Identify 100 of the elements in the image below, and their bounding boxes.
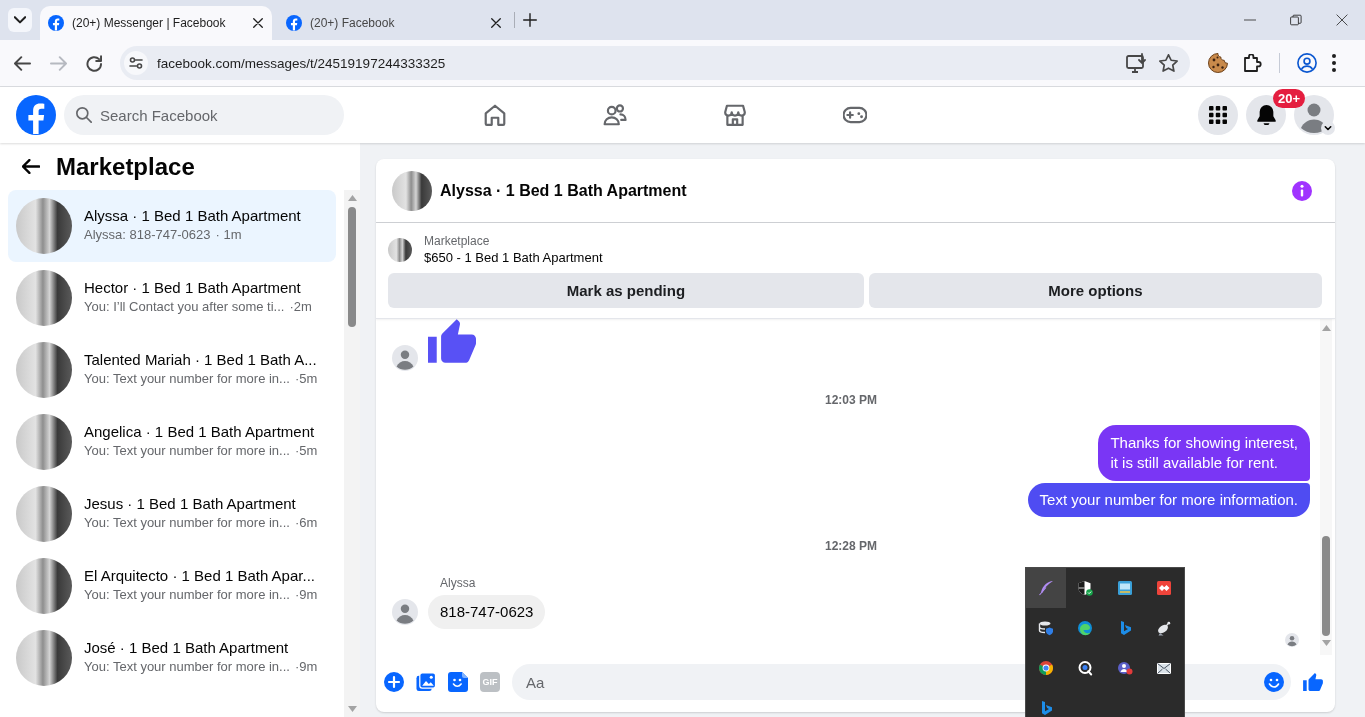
conversation-title: Hector · 1 Bed 1 Bath Apartment <box>84 278 302 297</box>
more-icon[interactable] <box>1332 54 1336 72</box>
avatar-icon <box>392 599 418 625</box>
puzzle-icon[interactable] <box>1244 54 1263 72</box>
facebook-logo-icon <box>286 15 302 31</box>
message-time: ·5m <box>294 443 318 459</box>
message-time: · 1m <box>215 227 242 243</box>
address-bar[interactable]: facebook.com/messages/t/24519197244333325 <box>120 46 1190 80</box>
message-bubble: Text your number for more information. <box>1027 483 1310 517</box>
grid-icon <box>1209 106 1227 124</box>
search-icon <box>76 107 92 123</box>
back-arrow-icon[interactable] <box>22 159 40 174</box>
message-time: ·5m <box>294 371 318 387</box>
tab-list-button[interactable] <box>8 8 32 32</box>
message-preview: You: I’ll Contact you after some ti... <box>84 299 285 315</box>
add-icon[interactable] <box>384 672 404 692</box>
app-window-icon <box>1116 580 1133 596</box>
photo-placeholder <box>388 238 412 262</box>
mark-pending-button[interactable]: Mark as pending <box>388 273 864 308</box>
conversation-item[interactable]: Jesus · 1 Bed 1 Bath Apartment You: Text your number for more in... ·6m <box>8 478 336 550</box>
more-options-button[interactable]: More options <box>868 273 1322 308</box>
avatar-icon <box>392 345 418 371</box>
photo-placeholder <box>16 630 72 686</box>
facebook-logo-icon <box>48 15 64 31</box>
close-icon[interactable] <box>1336 14 1348 26</box>
thumbs-up-icon <box>428 319 476 363</box>
search-field[interactable]: Search Facebook <box>64 95 344 135</box>
message-bubble: Thanks for showing interest, it is still available for rent. <box>1098 425 1310 481</box>
message-preview: You: Text your number for more in... <box>84 371 290 387</box>
listing-label: Marketplace <box>424 233 491 249</box>
conversation-title: Angelica · 1 Bed 1 Bath Apartment <box>84 422 316 441</box>
sticker-icon[interactable] <box>448 672 468 692</box>
thumbs-up-icon[interactable] <box>1303 673 1323 691</box>
message-time: ·6m <box>294 515 318 531</box>
wheel-logo-icon <box>1037 660 1054 676</box>
conversation-item[interactable]: José · 1 Bed 1 Bath Apartment You: Text your number for more in... ·9m <box>8 622 336 694</box>
close-icon[interactable] <box>491 18 501 28</box>
message-preview: You: Text your number for more in... <box>84 587 290 603</box>
store-icon[interactable] <box>723 104 747 126</box>
envelope-icon <box>1156 660 1173 676</box>
cookie-icon[interactable] <box>1208 53 1228 73</box>
friends-icon[interactable] <box>603 104 627 126</box>
message-time: ·2m <box>289 299 312 315</box>
browser-tab[interactable]: (20+) Messenger | Facebook <box>40 6 272 40</box>
database-shield-icon <box>1037 620 1054 636</box>
listing-title: $650 - 1 Bed 1 Bath Apartment <box>424 249 603 267</box>
conversation-item[interactable]: Hector · 1 Bed 1 Bath Apartment You: I’ll Contact you after some ti... ·2m <box>8 262 336 334</box>
shield-icon <box>1077 580 1094 596</box>
info-icon[interactable] <box>1292 180 1312 201</box>
conversation-title: Alyssa · 1 Bed 1 Bath Apartment <box>84 206 301 225</box>
scrollbar-thumb[interactable] <box>1322 536 1330 636</box>
chevron-down-icon <box>14 16 26 24</box>
photo-placeholder <box>16 270 72 326</box>
facebook-logo-icon[interactable] <box>16 95 56 135</box>
photo-placeholder <box>16 414 72 470</box>
conversation-title: El Arquitecto · 1 Bed 1 Bath Apar... <box>84 566 316 585</box>
home-icon[interactable] <box>483 104 507 126</box>
back-icon[interactable] <box>13 55 31 71</box>
sidebar-title: Marketplace <box>56 151 195 182</box>
message-time: ·9m <box>294 587 318 603</box>
photo-placeholder <box>16 558 72 614</box>
message-preview: You: Text your number for more in... <box>84 515 290 531</box>
message-preview: Alyssa: 818-747-0623 <box>84 227 211 243</box>
chevron-down-icon[interactable] <box>1321 121 1335 135</box>
photo-icon[interactable] <box>416 672 436 692</box>
browser-tab[interactable]: (20+) Facebook <box>278 6 510 40</box>
bell-icon <box>1256 105 1276 125</box>
message-preview: You: Text your number for more in... <box>84 443 290 459</box>
profile-icon[interactable] <box>1297 53 1317 73</box>
conversation-title: Jesus · 1 Bed 1 Bath Apartment <box>84 494 297 513</box>
conversation-title: Talented Mariah · 1 Bed 1 Bath A... <box>84 350 318 369</box>
ring-icon <box>1077 660 1094 676</box>
photo-placeholder <box>16 486 72 542</box>
install-app-icon[interactable] <box>1126 53 1146 73</box>
swirl-icon <box>1077 620 1094 636</box>
emoji-icon[interactable] <box>1264 672 1284 692</box>
diamond-tile-icon <box>1156 580 1173 596</box>
menu-button[interactable] <box>1198 95 1238 135</box>
message-timestamp: 12:03 PM <box>825 392 877 409</box>
gamepad-icon[interactable] <box>843 104 867 126</box>
new-tab-icon[interactable] <box>523 13 537 27</box>
message-preview: You: Text your number for more in... <box>84 659 290 675</box>
photo-placeholder <box>392 170 432 211</box>
conversation-item[interactable]: El Arquitecto · 1 Bed 1 Bath Apar... You: Text your number for more in... ·9m <box>8 550 336 622</box>
notification-badge: 20+ <box>1273 89 1306 108</box>
restore-icon[interactable] <box>1290 14 1302 26</box>
conversation-item[interactable]: Talented Mariah · 1 Bed 1 Bath A... You: Text your number for more in... ·5m <box>8 334 336 406</box>
message-time: ·9m <box>294 659 318 675</box>
close-icon[interactable] <box>253 18 263 28</box>
sender-name: Alyssa <box>440 576 476 590</box>
site-settings-icon[interactable] <box>124 51 148 75</box>
scrollbar-thumb[interactable] <box>348 207 356 327</box>
reload-icon[interactable] <box>86 54 102 72</box>
chat-title: Alyssa · 1 Bed 1 Bath Apartment <box>440 181 688 200</box>
people-badge-icon <box>1116 660 1133 676</box>
satellite-dish-icon <box>1156 620 1173 636</box>
conversation-item[interactable]: Angelica · 1 Bed 1 Bath Apartment You: Text your number for more in... ·5m <box>8 406 336 478</box>
star-icon[interactable] <box>1159 54 1178 72</box>
forward-icon <box>49 55 67 71</box>
conversation-item[interactable]: Alyssa · 1 Bed 1 Bath Apartment Alyssa: 818-747-0623 · 1m <box>8 190 336 262</box>
